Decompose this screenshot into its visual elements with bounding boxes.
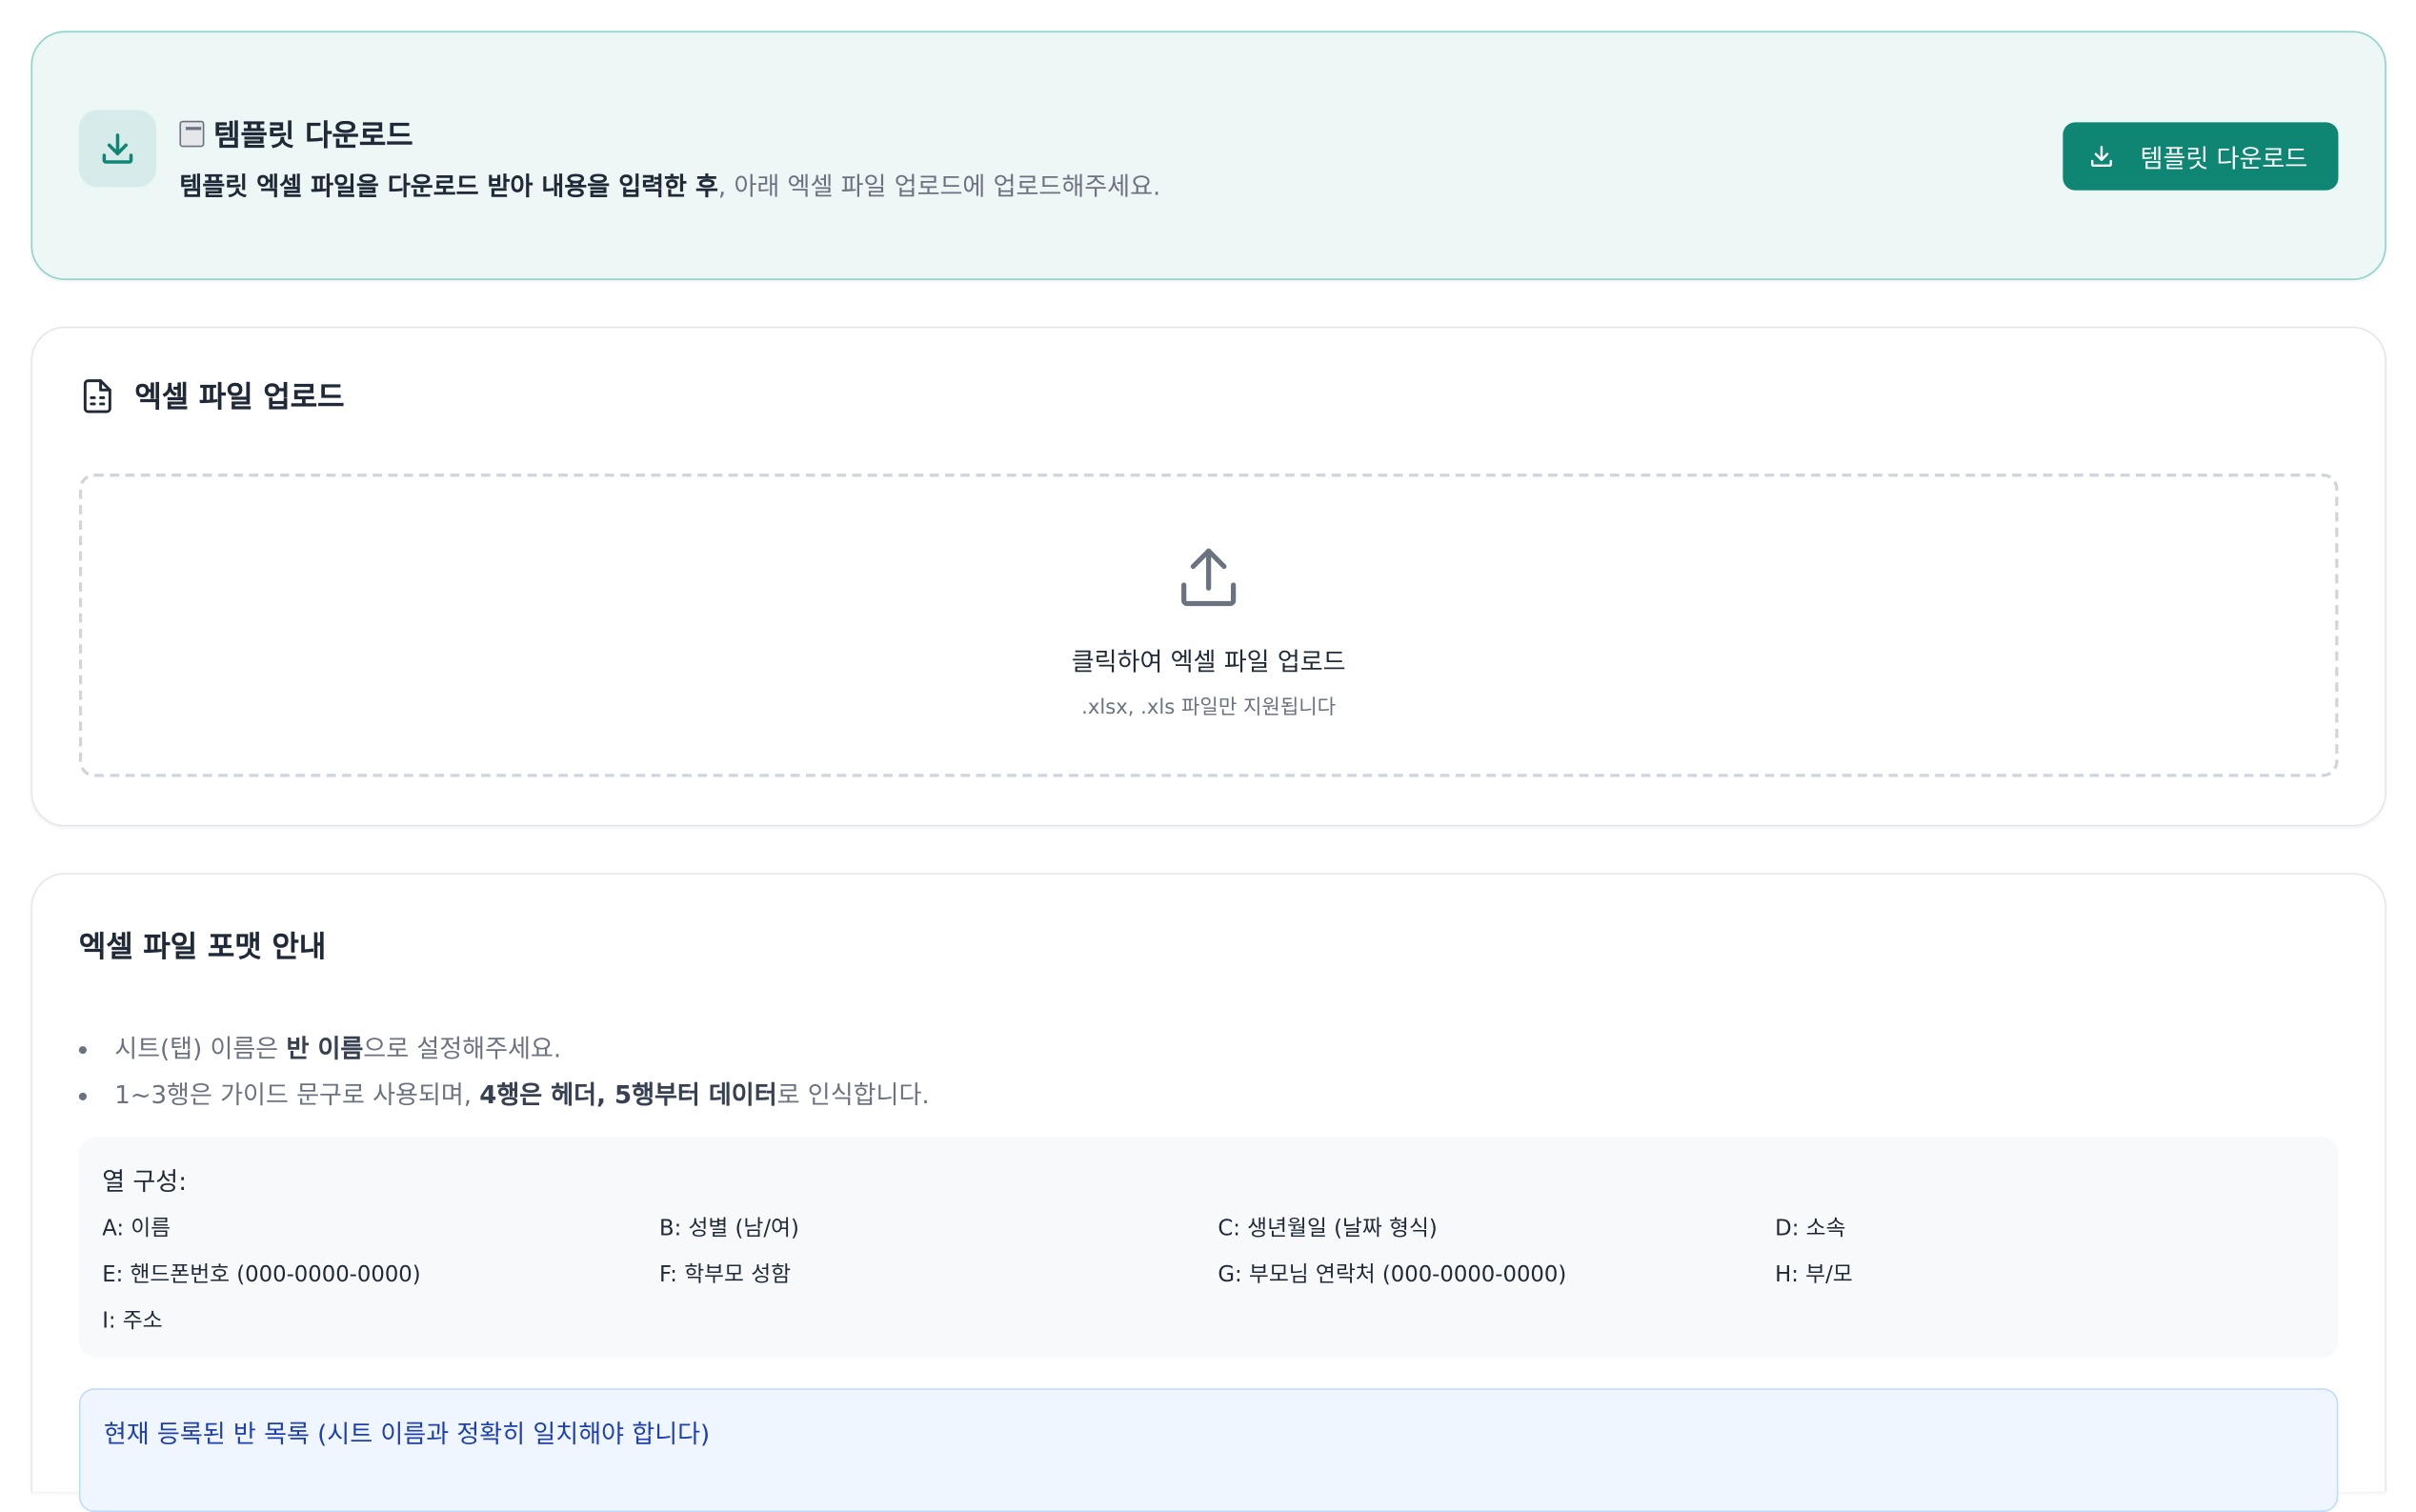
column-item: B: 성별 (남/여) bbox=[658, 1216, 799, 1241]
column-item: F: 학부모 성함 bbox=[658, 1262, 792, 1288]
template-title: 템플릿 다운로드 bbox=[179, 113, 413, 155]
format-rule-rows: 1~3행은 가이드 문구로 사용되며, 4행은 헤더, 5행부터 데이터로 인식… bbox=[78, 1073, 930, 1119]
file-spreadsheet-icon bbox=[83, 378, 111, 413]
column-item: A: 이름 bbox=[102, 1216, 171, 1241]
format-guide-card: 엑셀 파일 포맷 안내 시트(탭) 이름은 반 이름으로 설정해주세요. 1~3… bbox=[30, 873, 2386, 1512]
template-download-button[interactable]: 템플릿 다운로드 bbox=[2063, 122, 2339, 191]
format-rules-list: 시트(탭) 이름은 반 이름으로 설정해주세요. 1~3행은 가이드 문구로 사… bbox=[78, 1026, 930, 1119]
column-item: I: 주소 bbox=[102, 1309, 163, 1335]
download-icon-box bbox=[78, 110, 157, 188]
column-structure-box: 열 구성: A: 이름 B: 성별 (남/여) C: 생년월일 (날짜 형식) … bbox=[78, 1137, 2339, 1358]
registered-classes-title: 현재 등록된 반 목록 (시트 이름과 정확히 일치해야 합니다) bbox=[103, 1419, 711, 1449]
template-description: 템플릿 엑셀 파일을 다운로드 받아 내용을 입력한 후, 아래 엑셀 파일 업… bbox=[179, 171, 1161, 202]
template-download-card: 템플릿 다운로드 템플릿 엑셀 파일을 다운로드 받아 내용을 입력한 후, 아… bbox=[30, 30, 2386, 281]
format-rule-sheet-name: 시트(탭) 이름은 반 이름으로 설정해주세요. bbox=[78, 1026, 930, 1073]
column-item: H: 부/모 bbox=[1775, 1262, 1853, 1288]
excel-upload-card: 엑셀 파일 업로드 클릭하여 엑셀 파일 업로드 .xlsx, .xls 파일만… bbox=[30, 326, 2386, 827]
upload-icon bbox=[1181, 548, 1237, 607]
format-guide-title: 엑셀 파일 포맷 안내 bbox=[78, 930, 327, 965]
registered-classes-box: 현재 등록된 반 목록 (시트 이름과 정확히 일치해야 합니다) bbox=[78, 1388, 2339, 1512]
column-item: E: 핸드폰번호 (000-0000-0000) bbox=[102, 1262, 421, 1288]
column-item: D: 소속 bbox=[1775, 1216, 1846, 1241]
download-icon bbox=[2090, 146, 2112, 168]
column-item: G: 부모님 연락처 (000-0000-0000) bbox=[1218, 1262, 1567, 1288]
column-structure-title: 열 구성: bbox=[102, 1166, 187, 1197]
upload-card-title: 엑셀 파일 업로드 bbox=[79, 374, 345, 416]
excel-dropzone[interactable]: 클릭하여 엑셀 파일 업로드 .xlsx, .xls 파일만 지원됩니다 bbox=[78, 474, 2339, 777]
dropzone-label: 클릭하여 엑셀 파일 업로드 bbox=[1071, 646, 1346, 676]
download-icon bbox=[102, 133, 133, 164]
dropzone-hint: .xlsx, .xls 파일만 지원됩니다 bbox=[1081, 696, 1337, 720]
memo-icon bbox=[179, 120, 205, 148]
column-item: C: 생년월일 (날짜 형식) bbox=[1218, 1216, 1438, 1241]
